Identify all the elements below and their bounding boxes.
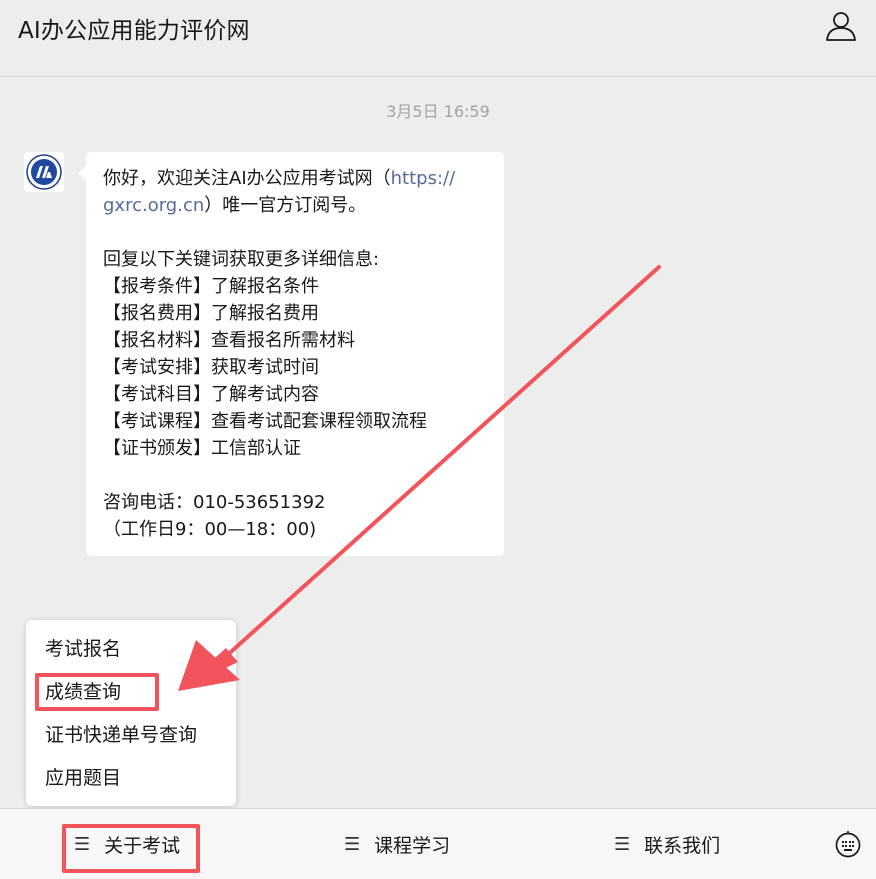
account-logo[interactable] (24, 152, 64, 192)
submenu-item-score-query[interactable]: 成绩查询 (26, 671, 236, 714)
message-line: 你好，欢迎关注AI办公应用考试网（https:// (103, 165, 490, 192)
website-link-domain[interactable]: gxrc.org.cn (103, 195, 204, 216)
message-text: ）唯一官方订阅号。 (204, 195, 367, 216)
keyword-line: 【考试课程】查看考试配套课程领取流程 (103, 411, 427, 432)
submenu-item-certificate-tracking[interactable]: 证书快递单号查询 (26, 714, 236, 757)
hamburger-icon: ☰ (74, 833, 91, 855)
message-timestamp: 3月5日 16:59 (386, 102, 490, 121)
message-bubble: 你好，欢迎关注AI办公应用考试网（https:// gxrc.org.cn）唯一… (78, 152, 504, 556)
intro-text: 回复以下关键词获取更多详细信息: (103, 249, 380, 270)
menu-button-contact-us[interactable]: ☰ 联系我们 (614, 809, 720, 879)
menu-button-about-exam[interactable]: ☰ 关于考试 (74, 809, 180, 879)
website-link[interactable]: https:// (391, 168, 456, 189)
submenu-item-application-questions[interactable]: 应用题目 (26, 757, 236, 800)
menu-label: 关于考试 (104, 834, 181, 857)
menu-button-course-study[interactable]: ☰ 课程学习 (344, 809, 450, 879)
menu-label: 课程学习 (374, 834, 451, 857)
menu-label: 联系我们 (644, 834, 721, 857)
hamburger-icon: ☰ (614, 833, 631, 855)
keyword-line: 【证书颁发】工信部认证 (103, 438, 301, 459)
hamburger-icon: ☰ (344, 833, 361, 855)
header: AI办公应用能力评价网 (0, 0, 876, 77)
message-text: 你好，欢迎关注AI办公应用考试网（ (103, 168, 391, 189)
submenu-popup: 考试报名 成绩查询 证书快递单号查询 应用题目 (26, 620, 236, 806)
account-title: AI办公应用能力评价网 (18, 18, 250, 44)
keyword-line: 【报考条件】了解报名条件 (103, 276, 319, 297)
message-line: gxrc.org.cn）唯一官方订阅号。 (103, 192, 490, 219)
keyword-line: 【报名费用】了解报名费用 (103, 303, 319, 324)
keyword-line: 【考试安排】获取考试时间 (103, 357, 319, 378)
keyword-line: 【报名材料】查看报名所需材料 (103, 330, 355, 351)
hours-text: （工作日9：00—18：00) (103, 519, 317, 540)
bottom-menu-bar: ☰ 关于考试 ☰ 课程学习 ☰ 联系我们 (0, 808, 876, 879)
phone-text: 咨询电话：010-53651392 (103, 492, 326, 513)
user-icon[interactable] (824, 8, 858, 42)
keyboard-icon[interactable] (834, 831, 862, 859)
submenu-item-exam-registration[interactable]: 考试报名 (26, 628, 236, 671)
keyword-line: 【考试科目】了解考试内容 (103, 384, 319, 405)
